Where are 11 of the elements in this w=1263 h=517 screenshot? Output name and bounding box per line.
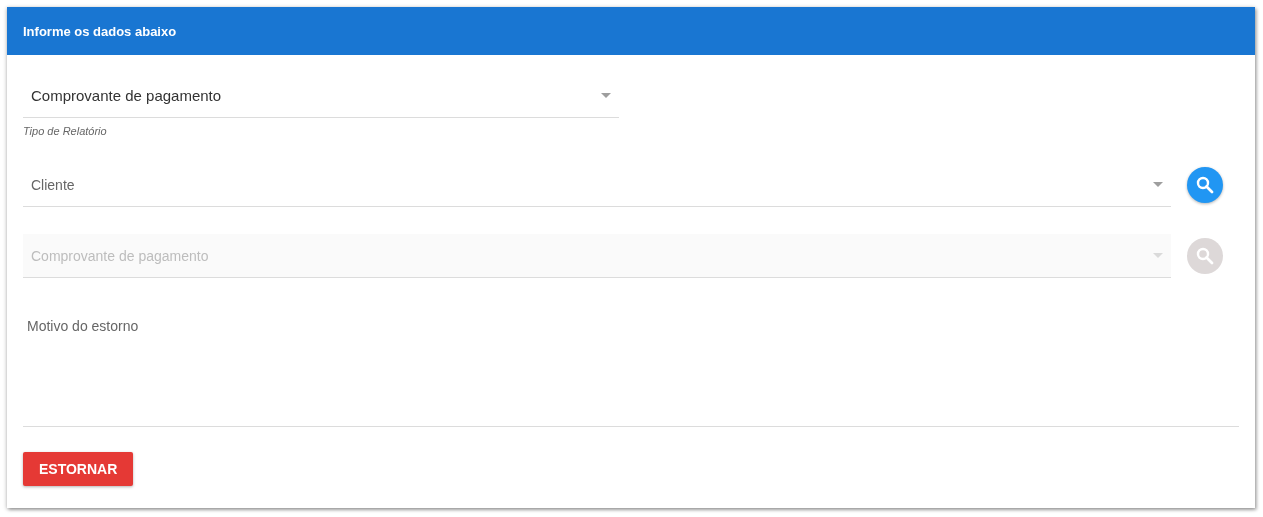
- lookup-select[interactable]: Cliente: [23, 163, 1171, 207]
- caret-icon: [601, 92, 611, 98]
- caret-icon: [1153, 253, 1163, 258]
- field-hint: Tipo de Relatório: [23, 125, 107, 137]
- reverse-button[interactable]: ESTORNAR: [23, 452, 134, 486]
- header-title: Informe os dados abaixo: [23, 23, 177, 39]
- caret-icon: [1153, 182, 1163, 187]
- search-icon: [1196, 176, 1214, 194]
- report-type-select[interactable]: Comprovante de pagamento: [23, 73, 619, 118]
- search-icon: [1196, 247, 1214, 265]
- search-button[interactable]: [1187, 167, 1223, 203]
